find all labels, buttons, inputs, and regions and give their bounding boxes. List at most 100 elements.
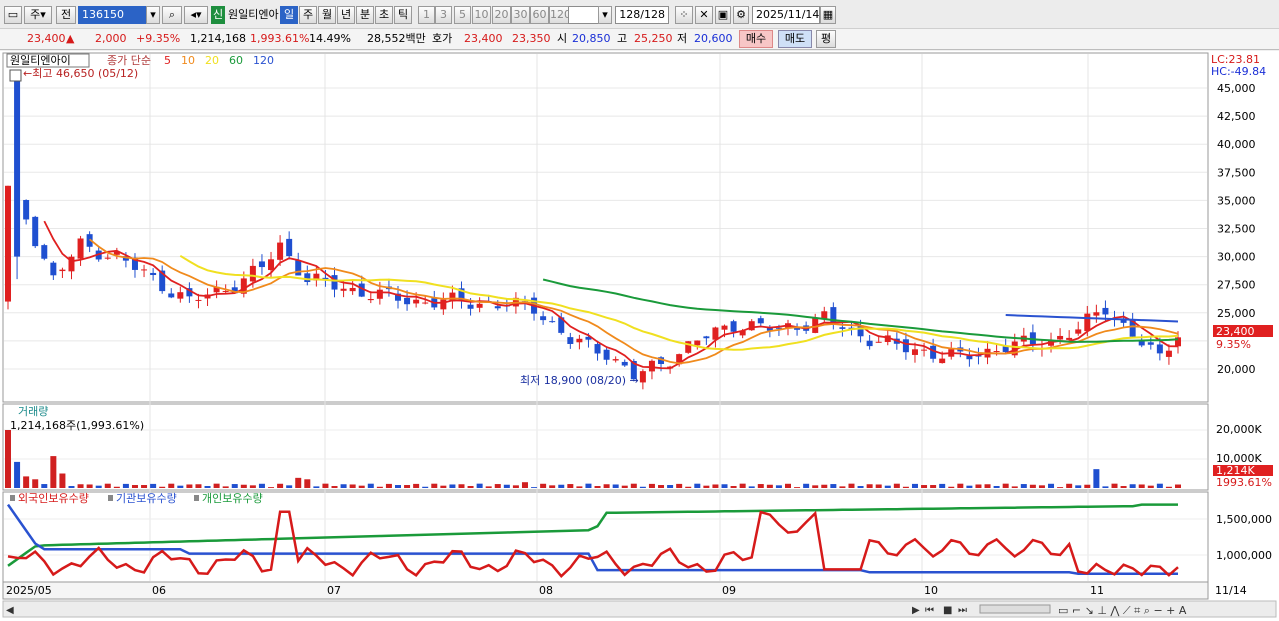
window-menu-icon[interactable]: ▭ [4, 6, 22, 24]
interval-30[interactable]: 30 [511, 6, 530, 24]
volume-bar [848, 483, 855, 488]
volume-bar [431, 483, 438, 488]
volume-value: 1,214,168 [190, 32, 246, 45]
tab-period-1[interactable]: 주 [299, 6, 317, 24]
period-select[interactable]: 주▾ [24, 6, 52, 24]
candle-body [23, 200, 30, 220]
gear-icon[interactable]: ⚙ [733, 6, 749, 24]
candle-body [249, 265, 256, 282]
volume-bar [785, 483, 791, 488]
low-annotation: 최저 18,900 (08/20) → [520, 374, 639, 387]
volume-bar [730, 486, 737, 488]
tab-period-4[interactable]: 분 [356, 6, 374, 24]
save-icon[interactable]: ▣ [715, 6, 731, 24]
code-dropdown-icon[interactable]: ▾ [146, 6, 160, 24]
eval-button[interactable]: 평 [816, 30, 836, 48]
tab-period-2[interactable]: 월 [318, 6, 336, 24]
holding-y-1500000: 1,500,000 [1216, 513, 1272, 526]
volume-bar [839, 486, 846, 488]
interval-10[interactable]: 10 [472, 6, 491, 24]
count-input[interactable]: 128/128 [615, 6, 669, 24]
interval-dropdown-icon[interactable]: ▾ [598, 6, 612, 24]
volume-bar [5, 430, 11, 488]
price-y-label: 30,000 [1217, 251, 1256, 264]
legend-marker [108, 495, 113, 501]
scroll-right-icon[interactable]: ▶ [912, 605, 920, 616]
holding-legend-2: 개인보유수량 [202, 492, 263, 505]
crosshair-icon[interactable]: ✕ [695, 6, 713, 24]
interval-3[interactable]: 3 [435, 6, 452, 24]
tab-period-3[interactable]: 년 [337, 6, 355, 24]
volume-bar [603, 484, 610, 488]
tools-icons[interactable]: ▭ ⌐ ↘ ⊥ ⋀ ⟋ ⌗ ⌕ − + A [1058, 604, 1187, 617]
volume-bar [295, 477, 302, 488]
open-label: 시 [557, 32, 568, 45]
x-label: 2025/05 [6, 584, 52, 597]
volume-bar [240, 484, 247, 488]
volume-bar [1048, 483, 1055, 488]
search-icon[interactable]: ⌕ [162, 6, 182, 24]
volume-bar [322, 483, 329, 488]
calendar-icon[interactable]: ▦ [820, 6, 836, 24]
high-label: 고 [617, 32, 628, 45]
volume-bar [830, 484, 837, 488]
volume-bar [821, 484, 828, 488]
sell-button[interactable]: 매도 [778, 30, 812, 48]
candle-body [295, 260, 302, 276]
calendar-small-icon[interactable] [9, 69, 22, 82]
candle-body [104, 257, 111, 259]
scroll-left-icon[interactable]: ◀ [6, 605, 14, 616]
candle-body [648, 360, 655, 372]
quote-bar: 23,400 ▲ 2,000 +9.35% 1,214,168 1,993.61… [0, 29, 1279, 50]
volume-bar [1156, 483, 1163, 488]
zoom-slider[interactable] [979, 604, 1051, 614]
interval-120[interactable]: 120 [549, 6, 571, 24]
price-y-label: 42,500 [1217, 110, 1256, 123]
volume-bar [667, 485, 674, 488]
tab-day[interactable]: 일 [280, 6, 298, 24]
turnover: 14.49% [309, 32, 351, 45]
candle-body [639, 371, 646, 383]
volume-bar [286, 485, 293, 488]
stop-icon[interactable]: ■ [943, 605, 952, 616]
volume-bar [540, 483, 547, 488]
volume-bar [866, 484, 873, 488]
scroll-first-icon[interactable]: ⏮ [925, 605, 934, 616]
candle-body [376, 289, 383, 299]
candle-body [286, 238, 293, 257]
stock-chart[interactable]: 45,000 42,500 40,000 37,500 35,000 32,500 30,0… [0, 51, 1279, 621]
interval-5[interactable]: 5 [454, 6, 471, 24]
candle-body [921, 349, 928, 351]
scroll-last-icon[interactable]: ⏭ [958, 605, 967, 616]
volume-bar [331, 486, 338, 488]
volume-bar [884, 485, 891, 488]
price-y-label: 20,000 [1217, 363, 1256, 376]
tab-period-6[interactable]: 틱 [394, 6, 412, 24]
ma-legend-120: 120 [253, 54, 274, 67]
volume-bar [23, 476, 30, 488]
volume-bar [703, 485, 710, 488]
volume-bar [549, 485, 556, 488]
candle-body [694, 340, 701, 346]
buy-button[interactable]: 매수 [739, 30, 773, 48]
interval-1[interactable]: 1 [418, 6, 435, 24]
date-input[interactable]: 2025/11/14 [752, 6, 820, 24]
price-panel-name: 원일티엔아이 [10, 53, 71, 67]
volume-bar [413, 483, 420, 488]
holding-legend-1: 기관보유수량 [116, 492, 177, 505]
link-icon[interactable]: ⁘ [675, 6, 693, 24]
volume-bar [748, 486, 755, 488]
volume-bar [204, 486, 211, 488]
volume-bar [122, 483, 129, 488]
volume-bar [159, 486, 166, 488]
prev-button[interactable]: 전 [56, 6, 76, 24]
legend-marker [10, 495, 15, 501]
tab-period-5[interactable]: 초 [375, 6, 393, 24]
interval-60[interactable]: 60 [530, 6, 549, 24]
volume-bar [385, 483, 392, 488]
candle-body [1147, 342, 1154, 345]
volume-bar [939, 483, 946, 488]
interval-20[interactable]: 20 [492, 6, 511, 24]
stock-code-input[interactable]: 136150 [78, 6, 146, 24]
speaker-icon[interactable]: ◂▾ [184, 6, 208, 24]
